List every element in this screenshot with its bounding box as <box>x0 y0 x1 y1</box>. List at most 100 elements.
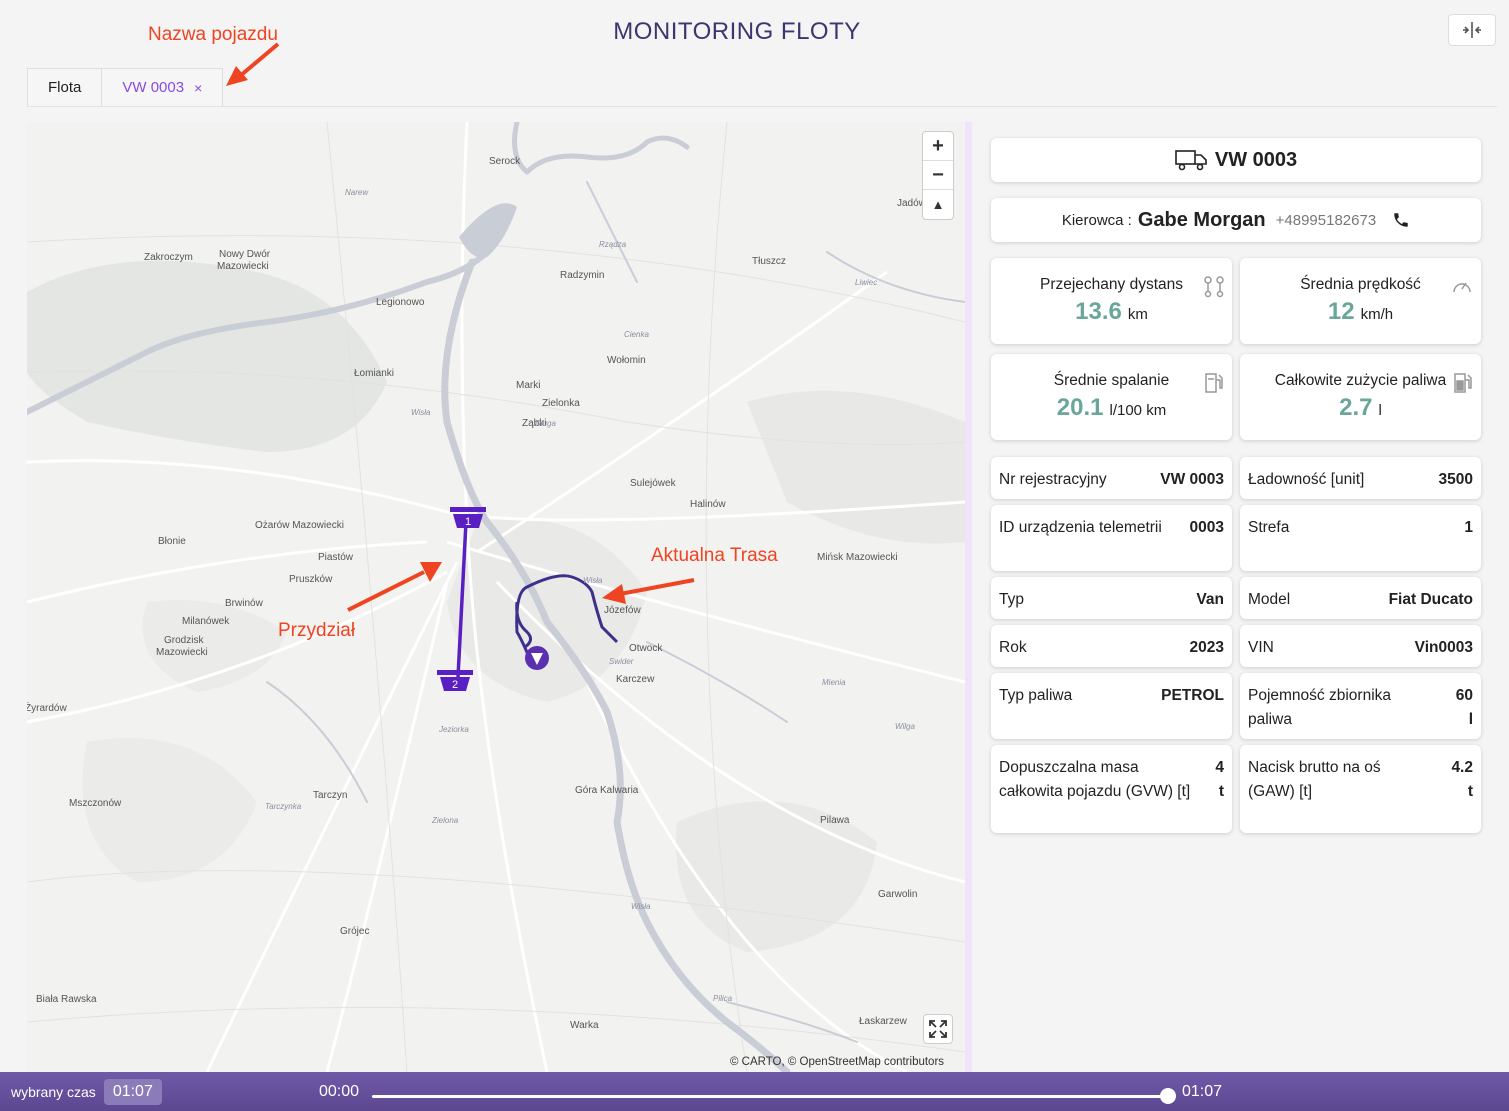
river-label: Swider <box>609 657 634 666</box>
detail-key: Pojemność zbiornika paliwa <box>1248 687 1392 728</box>
river-label: Liwiec <box>855 278 878 287</box>
stat-unit: l <box>1378 402 1382 419</box>
driver-card: Kierowca : Gabe Morgan +48995182673 <box>991 198 1481 242</box>
time-end: 01:07 <box>1182 1082 1223 1100</box>
river-label: Wilga <box>895 722 915 731</box>
stat-label: Całkowite zużycie paliwa <box>1274 372 1447 389</box>
place-label: Sulejówek <box>630 478 676 489</box>
route-end-marker[interactable]: 2 <box>436 669 474 693</box>
place-label: Pilawa <box>820 815 850 826</box>
map-attribution: © CARTO, © OpenStreetMap contributors <box>730 1056 945 1068</box>
detail-key: Ładowność [unit] <box>1248 471 1365 488</box>
river-label: Jeziorka <box>439 725 469 734</box>
place-label: Żyrardów <box>27 703 67 714</box>
detail-model: Model Fiat Ducato <box>1240 577 1481 619</box>
annotation-current-route: Aktualna Trasa <box>651 545 778 566</box>
stat-avg-speed: Średnia prędkość 12 km/h <box>1240 258 1481 344</box>
phone-icon[interactable] <box>1392 211 1410 229</box>
stat-avg-consumption: Średnie spalanie 20.1 l/100 km <box>991 354 1232 440</box>
reset-bearing-button[interactable]: ▲ <box>923 190 953 219</box>
tab-vehicle-label: VW 0003 <box>122 79 185 96</box>
speedometer-icon <box>1453 282 1471 293</box>
place-label: Halinów <box>690 499 726 510</box>
zoom-out-button[interactable]: − <box>923 161 953 190</box>
place-label: Mińsk Mazowiecki <box>817 552 898 563</box>
detail-value: 0003 <box>1189 519 1224 536</box>
detail-key: Nacisk brutto na oś (GAW) [t] <box>1248 759 1381 800</box>
detail-value: 1 <box>1464 519 1473 536</box>
detail-key: ID urządzenia telemetrii <box>999 519 1162 536</box>
stat-value: 20.1 <box>1056 394 1104 421</box>
place-label: Karczew <box>616 674 655 685</box>
river-label: Mienia <box>822 678 846 687</box>
detail-type: Typ Van <box>991 577 1232 619</box>
river-label: Pilica <box>713 994 733 1003</box>
collapse-panel-button[interactable] <box>1448 14 1496 46</box>
vehicle-card: VW 0003 <box>991 138 1481 182</box>
detail-value: 3500 <box>1438 471 1473 488</box>
detail-value: 4 t <box>1215 759 1224 800</box>
place-label: Legionowo <box>376 297 425 308</box>
zoom-control: + − ▲ <box>922 131 954 220</box>
driver-phone: +48995182673 <box>1275 211 1377 229</box>
detail-capacity: Ładowność [unit] 3500 <box>1240 457 1481 499</box>
detail-gaw: Nacisk brutto na oś (GAW) [t] 4.2 t <box>1240 745 1481 833</box>
tab-fleet-label: Flota <box>48 79 82 96</box>
place-label: Brwinów <box>225 598 263 609</box>
annotation-arrow-icon <box>226 42 280 86</box>
place-label: Radzymin <box>560 270 605 281</box>
close-icon[interactable]: × <box>194 80 202 96</box>
time-slider-track[interactable] <box>372 1095 1168 1098</box>
detail-vin: VIN Vin0003 <box>1240 625 1481 667</box>
place-label: Tarczyn <box>313 790 348 801</box>
place-label: Józefów <box>604 605 641 616</box>
panel-splitter[interactable] <box>965 122 972 1072</box>
place-label: Milanówek <box>182 616 230 627</box>
split-columns-icon <box>1463 22 1481 38</box>
vehicle-name: VW 0003 <box>1214 148 1298 171</box>
place-label: Garwolin <box>878 889 918 900</box>
route-icon <box>1204 276 1224 298</box>
detail-key: Nr rejestracyjny <box>999 471 1107 488</box>
place-label: Tłuszcz <box>752 256 786 267</box>
fullscreen-button[interactable] <box>923 1014 953 1044</box>
place-label: Błonie <box>158 536 186 547</box>
vehicle-position-icon[interactable] <box>523 644 551 672</box>
detail-key: Dopuszczalna masa całkowita pojazdu (GVW… <box>999 759 1191 800</box>
river-label: Wisła <box>631 902 651 911</box>
zoom-in-button[interactable]: + <box>923 132 953 161</box>
river-label: Tarczynka <box>265 802 302 811</box>
stat-label: Przejechany dystans <box>1039 276 1184 293</box>
annotation-assignment: Przydział <box>278 620 356 641</box>
map-view[interactable]: 1 2 Serock Jadów Zakroczym Nowy Dwór Maz… <box>27 122 965 1072</box>
river-label: Cienka <box>624 330 649 339</box>
place-label: Grójec <box>340 926 370 937</box>
place-label: Wołomin <box>607 355 646 366</box>
detail-key: VIN <box>1248 639 1274 656</box>
place-label: Biała Rawska <box>36 994 97 1005</box>
detail-value: Van <box>1196 591 1224 608</box>
tab-vehicle[interactable]: VW 0003 × <box>102 68 224 106</box>
route-start-marker[interactable]: 1 <box>449 506 487 530</box>
driver-name: Gabe Morgan <box>1137 208 1266 231</box>
river-label: Zielona <box>432 816 459 825</box>
stat-distance: Przejechany dystans 13.6 km <box>991 258 1232 344</box>
annotation-arrow-icon <box>602 578 695 604</box>
fuel-icon <box>1454 373 1472 393</box>
place-label: Serock <box>489 156 521 167</box>
tab-fleet[interactable]: Flota <box>27 68 103 106</box>
detail-key: Strefa <box>1248 519 1290 536</box>
detail-telemetry-id: ID urządzenia telemetrii 0003 <box>991 505 1232 571</box>
driver-label: Kierowca : <box>1061 211 1132 229</box>
stat-unit: km/h <box>1360 306 1394 323</box>
place-label: Mazowiecki <box>217 261 269 272</box>
stat-label: Średnie spalanie <box>1053 372 1170 389</box>
time-slider-handle[interactable] <box>1160 1088 1176 1104</box>
stat-unit: km <box>1127 306 1148 323</box>
detail-value: 60 l <box>1455 687 1473 728</box>
stat-label: Średnia prędkość <box>1300 276 1421 293</box>
fullscreen-icon <box>929 1020 947 1038</box>
stat-value: 12 <box>1327 298 1355 325</box>
detail-value: Vin0003 <box>1414 639 1473 656</box>
place-label: Mszczonów <box>69 798 122 809</box>
